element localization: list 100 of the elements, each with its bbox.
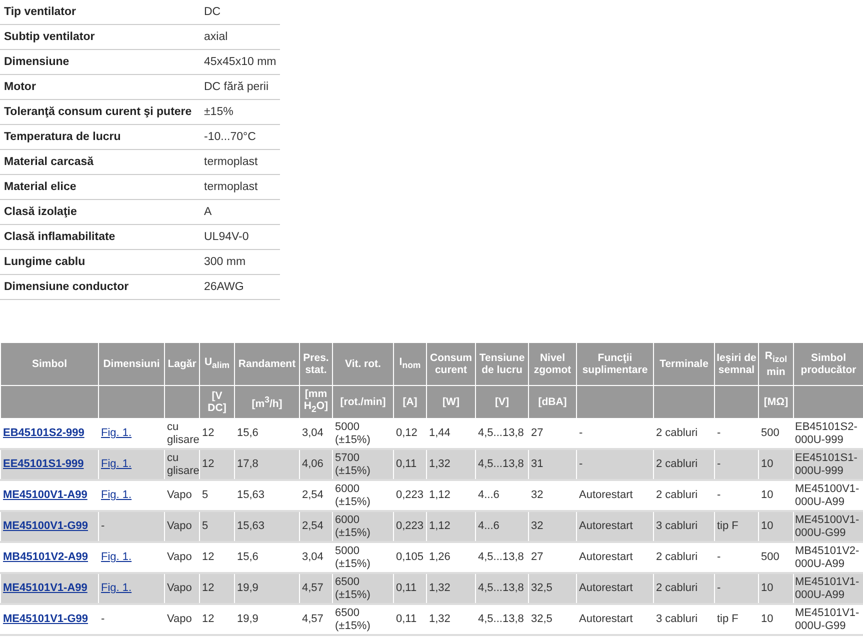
table-cell: 6500 (±15%) xyxy=(332,604,394,635)
unit-header: [mm H$_{2}$O] xyxy=(300,386,332,418)
unit-header: [A] xyxy=(394,386,426,418)
table-cell: 5700 (±15%) xyxy=(332,449,394,480)
column-header: I$_{nom}$ xyxy=(394,342,426,386)
spec-value: A xyxy=(200,200,280,224)
spec-value: UL94V-0 xyxy=(200,224,280,250)
unit-header: [dBA] xyxy=(528,386,576,418)
table-cell: 4,5...13,8 xyxy=(476,573,528,604)
table-cell: Autorestart xyxy=(576,573,654,604)
table-cell: 2 cabluri xyxy=(654,573,714,604)
table-cell: 19,9 xyxy=(234,573,300,604)
spec-value: DC fără perii xyxy=(200,74,280,100)
table-cell: tip F xyxy=(714,604,758,635)
table-cell: 4,57 xyxy=(300,573,332,604)
table-cell: 0,223 xyxy=(394,511,426,542)
unit-header: [MΩ] xyxy=(758,386,794,418)
column-header: Simbol xyxy=(0,342,98,386)
spec-label: Temperatura de lucru xyxy=(0,124,200,150)
table-cell: 1,12 xyxy=(426,511,476,542)
table-cell: 0,11 xyxy=(394,449,426,480)
column-header: Ieşiri de semnal xyxy=(714,342,758,386)
table-cell: - xyxy=(714,449,758,480)
table-cell: 6500 (±15%) xyxy=(332,573,394,604)
table-cell: 3 cabluri xyxy=(654,511,714,542)
table-cell: Vapo xyxy=(164,604,200,635)
table-cell: 5 xyxy=(200,511,234,542)
table-cell: 10 xyxy=(758,604,794,635)
spec-label: Material carcasă xyxy=(0,150,200,174)
figure-link[interactable]: Fig. 1. xyxy=(101,582,132,594)
spec-label: Lungime cablu xyxy=(0,250,200,274)
table-cell: 15,63 xyxy=(234,511,300,542)
spec-value: ±15% xyxy=(200,100,280,124)
unit-header: [V DC] xyxy=(200,386,234,418)
table-cell: 6000 (±15%) xyxy=(332,511,394,542)
column-header: U$_{alim}$ xyxy=(200,342,234,386)
spec-value: axial xyxy=(200,24,280,50)
column-header: Randament xyxy=(234,342,300,386)
table-cell: 17,8 xyxy=(234,449,300,480)
table-cell: 32,5 xyxy=(528,573,576,604)
column-header: Pres. stat. xyxy=(300,342,332,386)
spec-value: termoplast xyxy=(200,150,280,174)
spec-label: Subtip ventilator xyxy=(0,24,200,50)
figure-link[interactable]: Fig. 1. xyxy=(101,458,132,470)
table-cell: cu glisare xyxy=(164,449,200,480)
spec-label: Dimensiune xyxy=(0,50,200,74)
spec-label: Motor xyxy=(0,74,200,100)
table-cell: 12 xyxy=(200,604,234,635)
column-header: Consum curent xyxy=(426,342,476,386)
figure-link[interactable]: Fig. 1. xyxy=(101,489,132,501)
table-cell: 12 xyxy=(200,573,234,604)
spec-label: Clasă inflamabilitate xyxy=(0,224,200,250)
table-cell: Vapo xyxy=(164,511,200,542)
table-cell: - xyxy=(101,613,105,625)
figure-link[interactable]: Fig. 1. xyxy=(101,427,132,439)
figure-link[interactable]: Fig. 1. xyxy=(101,551,132,563)
table-cell: tip F xyxy=(714,511,758,542)
table-cell: Vapo xyxy=(164,573,200,604)
spec-value: termoplast xyxy=(200,174,280,200)
unit-header: [rot./min] xyxy=(332,386,394,418)
table-cell: 19,9 xyxy=(234,604,300,635)
table-cell: 0,11 xyxy=(394,604,426,635)
column-header: Funcţii suplimentare xyxy=(576,342,654,386)
table-cell: 2,54 xyxy=(300,511,332,542)
column-header: Lagăr xyxy=(164,342,200,386)
unit-header: [m$^{3}$/h] xyxy=(234,386,300,418)
unit-header: [W] xyxy=(426,386,476,418)
table-cell: 1,32 xyxy=(426,449,476,480)
table-cell: 1,32 xyxy=(426,604,476,635)
spec-value: DC xyxy=(200,0,280,24)
column-header: Tensiune de lucru xyxy=(476,342,528,386)
table-cell: 31 xyxy=(528,449,576,480)
column-header: R$_{izol}$ min xyxy=(758,342,794,386)
table-cell: 2 cabluri xyxy=(654,449,714,480)
table-cell: 4,5...13,8 xyxy=(476,604,528,635)
column-header: Vit. rot. xyxy=(332,342,394,386)
table-cell: 10 xyxy=(758,449,794,480)
column-header: Nivel zgomot xyxy=(528,342,576,386)
table-cell: ME45100V1-000U-G99 xyxy=(794,511,863,542)
table-cell: 10 xyxy=(758,511,794,542)
table-cell: Autorestart xyxy=(576,511,654,542)
spec-value: 300 mm xyxy=(200,250,280,274)
spec-label: Dimensiune conductor xyxy=(0,274,200,300)
spec-value: 26AWG xyxy=(200,274,280,300)
column-header: Dimensiuni xyxy=(98,342,164,386)
spec-value: 45x45x10 mm xyxy=(200,50,280,74)
table-cell: 4,5...13,8 xyxy=(476,449,528,480)
table-cell: 4,57 xyxy=(300,604,332,635)
table-cell: 3 cabluri xyxy=(654,604,714,635)
table-cell: 4,06 xyxy=(300,449,332,480)
spec-value: -10...70°C xyxy=(200,124,280,150)
table-cell: 4...6 xyxy=(476,511,528,542)
spec-label: Toleranţă consum curent şi putere xyxy=(0,100,200,124)
spec-label: Clasă izolaţie xyxy=(0,200,200,224)
table-cell: ME45101V1-000U-A99 xyxy=(794,573,863,604)
column-header: Terminale xyxy=(654,342,714,386)
table-cell: - xyxy=(101,520,105,532)
table-cell: 32,5 xyxy=(528,604,576,635)
table-cell: 0,11 xyxy=(394,573,426,604)
table-cell: Autorestart xyxy=(576,604,654,635)
